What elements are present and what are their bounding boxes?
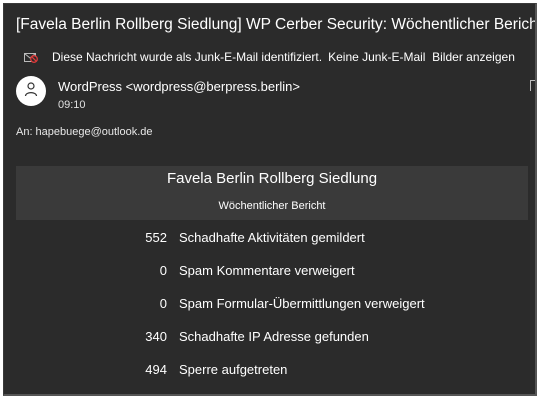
stat-value: 552 bbox=[145, 230, 167, 245]
email-window: [Favela Berlin Rollberg Siedlung] WP Cer… bbox=[3, 3, 537, 396]
timestamp: 09:10 bbox=[58, 99, 86, 111]
sender[interactable]: WordPress <wordpress@berpress.berlin> bbox=[58, 79, 300, 94]
junk-mail-icon bbox=[24, 51, 38, 63]
stat-value: 340 bbox=[145, 329, 167, 344]
stat-value: 0 bbox=[159, 296, 167, 311]
stat-value: 0 bbox=[159, 263, 167, 278]
stat-row: 552 Schadhafte Aktivitäten gemildert bbox=[4, 230, 535, 250]
report-banner: Favela Berlin Rollberg Siedlung Wöchentl… bbox=[16, 166, 528, 220]
email-subject: [Favela Berlin Rollberg Siedlung] WP Cer… bbox=[16, 16, 537, 33]
window-corner bbox=[530, 80, 535, 91]
not-junk-link[interactable]: Keine Junk-E-Mail bbox=[328, 50, 425, 64]
recipient-address[interactable]: hapebuege@outlook.de bbox=[36, 126, 153, 138]
junk-notice-bar: Diese Nachricht wurde als Junk-E-Mail id… bbox=[24, 50, 515, 64]
stat-row: 0 Spam Kommentare verweigert bbox=[4, 263, 535, 283]
to-label: An: bbox=[16, 126, 33, 138]
recipient-line: An: hapebuege@outlook.de bbox=[16, 126, 153, 138]
report-site-title: Favela Berlin Rollberg Siedlung bbox=[166, 170, 378, 187]
report-subtitle: Wöchentlicher Bericht bbox=[218, 200, 326, 212]
stat-row: 0 Spam Formular-Übermittlungen verweiger… bbox=[4, 296, 535, 316]
person-icon bbox=[23, 81, 39, 102]
stat-row: 340 Schadhafte IP Adresse gefunden bbox=[4, 329, 535, 349]
stat-label: Spam Formular-Übermittlungen verweigert bbox=[179, 296, 425, 311]
stat-label: Schadhafte IP Adresse gefunden bbox=[179, 329, 369, 344]
stat-label: Sperre aufgetreten bbox=[179, 362, 288, 377]
stat-label: Spam Kommentare verweigert bbox=[179, 263, 355, 278]
show-images-link[interactable]: Bilder anzeigen bbox=[432, 50, 515, 64]
junk-notice-text: Diese Nachricht wurde als Junk-E-Mail id… bbox=[52, 50, 323, 64]
stat-row: 494 Sperre aufgetreten bbox=[4, 362, 535, 382]
stat-value: 494 bbox=[145, 362, 167, 377]
avatar[interactable] bbox=[16, 76, 46, 106]
stat-label: Schadhafte Aktivitäten gemildert bbox=[179, 230, 365, 245]
